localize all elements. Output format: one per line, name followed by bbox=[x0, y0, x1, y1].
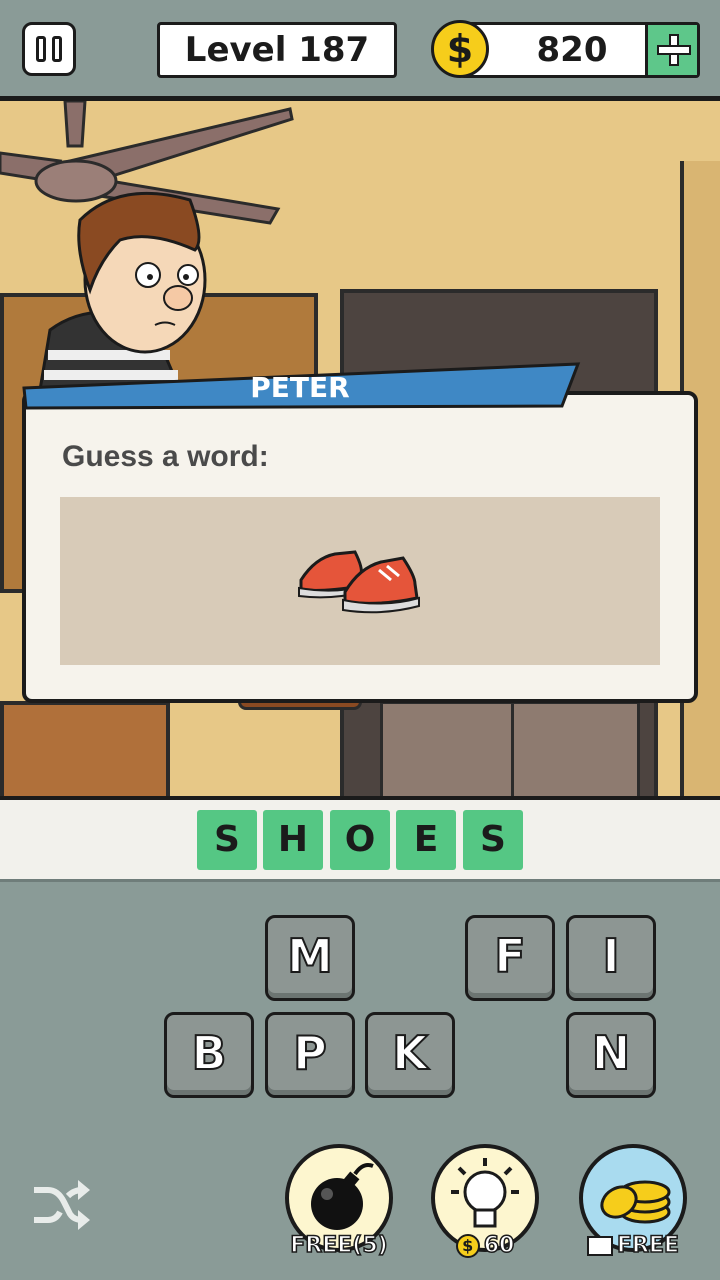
hint-cost-value: 60 bbox=[483, 1232, 515, 1259]
answer-slot[interactable]: H bbox=[263, 810, 323, 870]
cabinet bbox=[380, 701, 640, 796]
free-coins-label: FREE bbox=[563, 1232, 703, 1260]
hint-cost: $60 bbox=[415, 1232, 555, 1260]
pause-icon bbox=[36, 36, 46, 62]
question-prompt: Guess a word: bbox=[62, 440, 269, 473]
letter-key-p[interactable]: P bbox=[265, 1012, 355, 1098]
letter-key-n[interactable]: N bbox=[566, 1012, 656, 1098]
add-coins-button[interactable] bbox=[645, 25, 697, 75]
level-indicator: Level 187 bbox=[157, 22, 397, 78]
sneakers-icon bbox=[298, 550, 420, 614]
coin-icon: $ bbox=[455, 1234, 480, 1258]
letter-key-m[interactable]: M bbox=[265, 915, 355, 1001]
answer-slot[interactable]: S bbox=[197, 810, 257, 870]
answer-slot[interactable]: E bbox=[396, 810, 456, 870]
desk bbox=[0, 701, 170, 796]
shuffle-icon[interactable] bbox=[30, 1176, 90, 1232]
coin-amount: 820 bbox=[536, 30, 608, 70]
bomb-label: FREE(5) bbox=[290, 1232, 389, 1259]
video-icon bbox=[586, 1236, 613, 1256]
pause-icon-bar bbox=[52, 36, 62, 62]
letter-key-f[interactable]: F bbox=[465, 915, 555, 1001]
peter-character bbox=[38, 191, 207, 390]
pause-button[interactable] bbox=[22, 22, 76, 76]
letter-key-i[interactable]: I bbox=[566, 915, 656, 1001]
answer-slot[interactable]: O bbox=[330, 810, 390, 870]
letter-key-k[interactable]: K bbox=[365, 1012, 455, 1098]
free-coins-text: FREE bbox=[616, 1232, 680, 1259]
letter-key-b[interactable]: B bbox=[164, 1012, 254, 1098]
coin-counter: 820 bbox=[460, 22, 700, 78]
answer-slot[interactable]: S bbox=[463, 810, 523, 870]
coin-icon: $ bbox=[431, 20, 489, 78]
speaker-name: PETER bbox=[250, 371, 350, 404]
